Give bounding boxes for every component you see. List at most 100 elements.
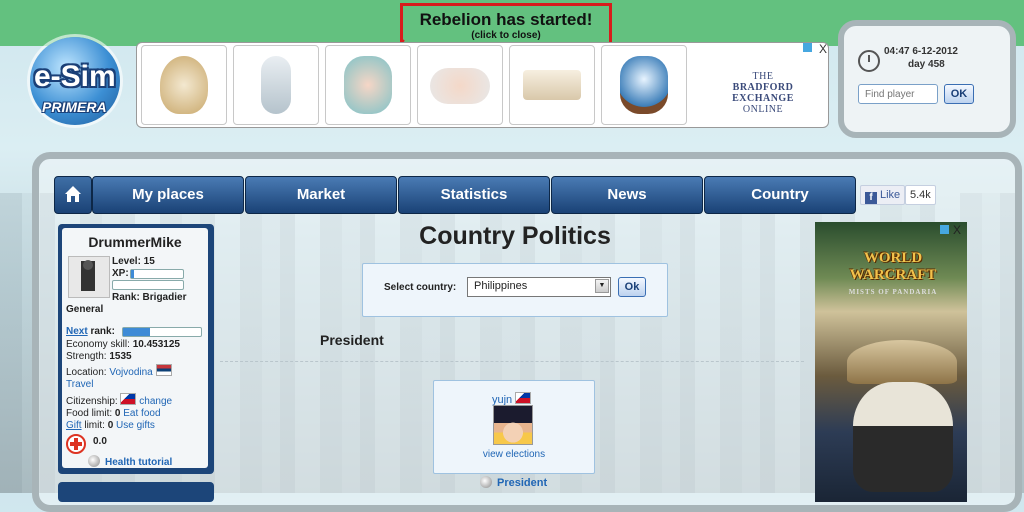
find-player-input[interactable] [858,84,938,104]
player-rank-suffix: General [66,304,104,315]
server-day: day 458 [908,59,945,70]
wiki-globe-icon [88,455,100,467]
player-avatar[interactable] [68,256,110,298]
ad-product-snow-globe[interactable] [601,45,687,125]
ad-close-icon[interactable]: X [953,223,961,237]
next-rank-bar-fill [123,328,151,336]
location-link[interactable]: Vojvodina [109,367,152,378]
ad-product-heart-ornament[interactable] [141,45,227,125]
food-limit-label: Food limit: [66,408,113,419]
country-select-box: Select country: Philippines ▼ Ok [362,263,668,317]
food-row: Food limit: 0 Eat food [66,408,161,419]
logo-server-text: PRIMERA [42,99,107,115]
ad-product-baby-doll[interactable] [417,45,503,125]
president-avatar[interactable] [493,405,533,445]
chevron-down-icon[interactable]: ▼ [595,279,609,293]
profile-panel: DrummerMike Level: 15 XP: Rank: Brigadie… [58,224,214,474]
warcraft-logo: WORLD WARCRAFT MISTS OF PANDARIA [839,250,947,301]
nav-country[interactable]: Country [704,176,856,214]
rebellion-notification[interactable]: Rebelion has started! (click to close) [400,3,612,47]
strength-row: Strength: 1535 [66,351,132,362]
travel-row: Travel [66,379,93,390]
food-limit-value: 0 [114,408,121,419]
warcraft-tagline: MISTS OF PANDARIA [848,288,938,296]
health-value: 0.0 [93,436,107,447]
president-wiki-link[interactable]: President [497,477,547,489]
clock-search-panel: 04:47 6-12-2012 day 458 OK [838,20,1016,138]
facebook-icon: f [865,192,877,204]
page-title: Country Politics [419,222,611,250]
server-time: 04:47 6-12-2012 [884,46,958,57]
panda-image [853,382,953,492]
ad-product-jewelry-box[interactable] [509,45,595,125]
select-country-ok-button[interactable]: Ok [618,277,646,297]
location-label: Location: [66,367,107,378]
adchoices-icon[interactable] [940,225,949,234]
xp-bar-fill [131,270,134,278]
next-rank-link[interactable]: Next [66,326,88,337]
eat-food-link[interactable]: Eat food [123,408,160,419]
citizenship-row: Citizenship: change [66,393,172,407]
nav-market[interactable]: Market [245,176,397,214]
philippines-flag-icon [120,393,137,405]
logo-text: e-Sim [34,60,116,93]
facebook-like-label: Like [880,189,901,201]
warcraft-logo-line2: WARCRAFT [849,267,937,283]
profile-panel-inner: DrummerMike Level: 15 XP: Rank: Brigadie… [62,228,208,468]
view-elections-link[interactable]: view elections [434,449,594,460]
next-rank-label: rank: [90,326,115,337]
strength-value: 1535 [109,351,132,362]
ad-brand-top: THE [752,71,774,82]
select-country-label: Select country: [384,282,457,293]
gift-row: Gift limit: 0 Use gifts [66,420,155,431]
next-rank-bar [122,327,202,337]
change-citizenship-link[interactable]: change [139,396,172,407]
ad-brand-bradford[interactable]: THE BRADFORD EXCHANGE ONLINE [703,71,823,115]
economy-row: Economy skill: 10.453125 [66,339,180,350]
clock-icon [858,50,880,72]
president-wiki-row: President [480,476,547,489]
ad-product-baby-doll-blue[interactable] [325,45,411,125]
location-row: Location: Vojvodina [66,364,172,378]
gift-limit-value: 0 [107,420,114,431]
country-dropdown[interactable]: Philippines ▼ [467,277,611,297]
home-button[interactable] [54,176,92,214]
ad-product-angel[interactable] [233,45,319,125]
xp-bar-track [112,280,184,290]
country-dropdown-value: Philippines [474,280,528,292]
gift-link[interactable]: Gift [66,420,82,431]
economy-value: 10.453125 [132,339,180,350]
strength-label: Strength: [66,351,107,362]
find-player-ok-button[interactable]: OK [944,84,974,104]
wiki-globe-icon [480,476,492,488]
ad-banner[interactable]: THE BRADFORD EXCHANGE ONLINE X [136,42,829,128]
warcraft-ad[interactable]: WORLD WARCRAFT MISTS OF PANDARIA [815,222,967,502]
facebook-like-button[interactable]: f Like [860,185,906,205]
gift-limit-label: limit: [84,420,105,431]
player-rank: Rank: Brigadier [112,292,187,303]
notification-title: Rebelion has started! [419,10,593,29]
nav-my-places[interactable]: My places [92,176,244,214]
facebook-like-count: 5.4k [905,185,936,205]
xp-bar [130,269,184,279]
nav-news[interactable]: News [551,176,703,214]
adchoices-icon[interactable] [803,43,812,52]
section-title-president: President [320,332,384,348]
xp-label: XP: [112,268,129,279]
ad-brand-name: BRADFORD EXCHANGE [732,82,794,104]
notification-close-hint[interactable]: (click to close) [403,30,609,41]
use-gifts-link[interactable]: Use gifts [116,420,155,431]
citizenship-label: Citizenship: [66,396,118,407]
player-name[interactable]: DrummerMike [62,234,208,250]
nav-statistics[interactable]: Statistics [398,176,550,214]
avatar-figure-icon [81,260,95,291]
serbia-flag-icon [155,364,172,376]
health-tutorial-link[interactable]: Health tutorial [105,457,172,468]
travel-link[interactable]: Travel [66,379,93,390]
secondary-panel [58,482,214,502]
next-rank-row: Next rank: [66,326,115,337]
health-tutorial-row: Health tutorial [88,455,172,468]
ad-close-icon[interactable]: X [819,42,827,56]
section-divider [220,361,804,362]
panda-hat-image [847,340,957,384]
